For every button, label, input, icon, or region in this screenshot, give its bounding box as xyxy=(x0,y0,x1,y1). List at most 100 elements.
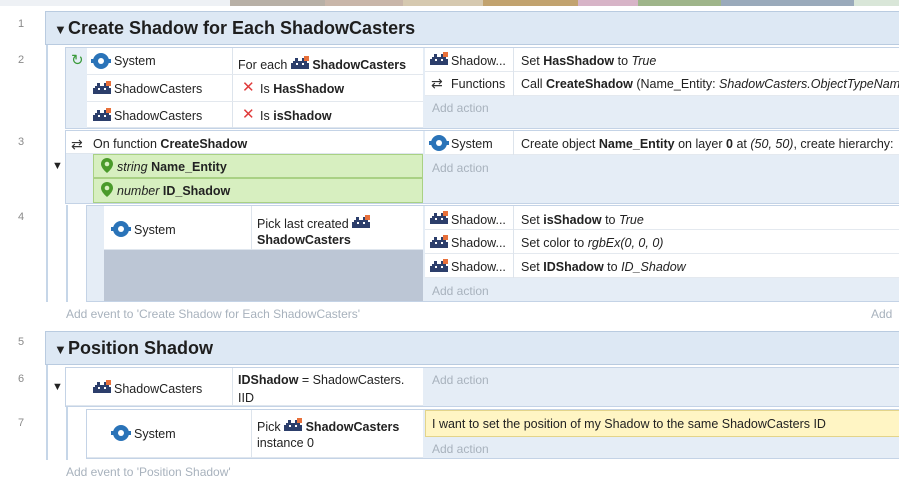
loop-icon: ⇄ xyxy=(431,75,443,91)
cell-divider xyxy=(513,131,514,155)
action-text[interactable]: Call CreateShadow (Name_Entity: ShadowCa… xyxy=(521,77,899,91)
action-object[interactable]: Shadow... xyxy=(451,54,506,68)
triangle-down-icon[interactable]: ▼ xyxy=(54,342,67,357)
sprite-icon xyxy=(93,81,111,96)
gear-icon xyxy=(429,135,449,151)
action-mid: (Name_Entity: xyxy=(636,77,716,91)
line-number: 1 xyxy=(17,18,25,30)
condition-object[interactable]: ShadowCasters xyxy=(114,82,202,96)
event-group-header[interactable]: ▼ Position Shadow xyxy=(45,331,899,365)
condition-text[interactable]: IDShadow = ShadowCasters. xyxy=(238,373,404,387)
line-number: 7 xyxy=(17,417,25,429)
x-icon: ✕ xyxy=(242,106,255,123)
action-text[interactable]: Set color to rgbEx(0, 0, 0) xyxy=(521,236,663,250)
add-action-link[interactable]: Add action xyxy=(432,101,489,115)
x-icon: ✕ xyxy=(242,79,255,96)
loop-icon: ⇄ xyxy=(71,136,83,152)
action-mid: on layer xyxy=(678,137,723,151)
cell-divider xyxy=(251,206,252,250)
action-value: True xyxy=(619,213,644,227)
action-text[interactable]: Set IDShadow to ID_Shadow xyxy=(521,260,686,274)
action-prefix: Set color to xyxy=(521,236,585,250)
add-link[interactable]: Add xyxy=(871,307,892,321)
condition-instance: instance 0 xyxy=(257,436,314,450)
action-bold: IDShadow xyxy=(543,260,604,274)
action-value: rgbEx(0, 0, 0) xyxy=(587,236,664,250)
add-event-link[interactable]: Add event to 'Create Shadow for Each Sha… xyxy=(66,307,360,321)
condition-object[interactable]: System xyxy=(114,54,156,68)
condition-target: HasShadow xyxy=(273,82,345,96)
sprite-icon xyxy=(93,108,111,123)
cell-divider xyxy=(232,368,233,406)
sprite-icon xyxy=(430,52,448,67)
action-value: True xyxy=(631,54,657,68)
action-text[interactable]: Set isShadow to True xyxy=(521,213,644,227)
add-action-link[interactable]: Add action xyxy=(432,442,489,456)
sub-event-indent-line xyxy=(66,205,68,302)
condition-prefix: Is xyxy=(260,109,270,123)
action-object[interactable]: Shadow... xyxy=(451,213,506,227)
line-number-gutter: 1 2 3 4 5 6 7 xyxy=(0,6,44,499)
row-divider xyxy=(87,101,423,102)
action-mid: to xyxy=(605,213,616,227)
group-title: Create Shadow for Each ShadowCasters xyxy=(68,18,416,38)
comment-text[interactable]: I want to set the position of my Shadow … xyxy=(432,417,826,431)
parameter-type: string xyxy=(117,160,148,174)
triangle-down-icon[interactable]: ▼ xyxy=(54,22,67,37)
action-bold: CreateShadow xyxy=(546,77,633,91)
line-number: 5 xyxy=(17,336,25,348)
action-mid: at xyxy=(736,137,747,151)
condition-target: isShadow xyxy=(273,109,332,123)
condition-object[interactable]: ShadowCasters xyxy=(114,382,202,396)
sprite-icon xyxy=(430,235,448,250)
line-number: 2 xyxy=(17,54,25,66)
group-indent-line xyxy=(46,365,48,460)
add-action-link[interactable]: Add action xyxy=(432,284,489,298)
repeat-icon: ↻ xyxy=(71,52,84,69)
action-object[interactable]: System xyxy=(451,137,493,151)
event-group-header[interactable]: ▼ Create Shadow for Each ShadowCasters xyxy=(45,11,899,45)
condition-text[interactable]: Pick ShadowCasters xyxy=(257,418,399,434)
action-text[interactable]: Set HasShadow to True xyxy=(521,54,656,68)
condition-target: ShadowCasters xyxy=(312,58,407,72)
action-text[interactable]: Create object Name_Entity on layer 0 at … xyxy=(521,137,894,151)
sprite-icon xyxy=(93,380,111,395)
condition-prefix: Pick xyxy=(257,420,281,434)
triangle-down-icon[interactable]: ▼ xyxy=(52,160,63,172)
cell-divider xyxy=(251,410,252,458)
gear-icon xyxy=(111,221,131,237)
action-prefix: Set xyxy=(521,260,540,274)
condition-text[interactable]: For each ShadowCasters xyxy=(238,56,406,72)
sprite-icon xyxy=(430,211,448,226)
condition-text[interactable]: Is HasShadow xyxy=(260,82,344,96)
condition-object[interactable]: System xyxy=(134,427,176,441)
action-bold: 0 xyxy=(726,137,733,151)
line-number: 4 xyxy=(17,211,25,223)
add-action-link[interactable]: Add action xyxy=(432,373,489,387)
condition-text[interactable]: Is isShadow xyxy=(260,109,332,123)
action-value: ID_Shadow xyxy=(621,260,686,274)
action-value: (50, 50) xyxy=(750,137,794,151)
function-trigger[interactable]: On function CreateShadow xyxy=(93,137,247,151)
cell-divider xyxy=(513,206,514,278)
action-object[interactable]: Shadow... xyxy=(451,260,506,274)
action-prefix: Set xyxy=(521,54,540,68)
triangle-down-icon[interactable]: ▼ xyxy=(52,381,63,393)
condition-text[interactable]: Pick last created xyxy=(257,215,371,231)
action-object[interactable]: Functions xyxy=(451,77,505,91)
condition-object[interactable]: ShadowCasters xyxy=(114,109,202,123)
sub-event-indent-line xyxy=(66,407,68,460)
add-action-link[interactable]: Add action xyxy=(432,161,489,175)
line-number: 6 xyxy=(17,373,25,385)
parameter-type: number xyxy=(117,184,160,198)
group-title: Position Shadow xyxy=(68,338,214,358)
action-mid: to xyxy=(607,260,618,274)
sprite-icon xyxy=(284,418,303,433)
add-event-link[interactable]: Add event to 'Position Shadow' xyxy=(66,465,231,479)
action-object[interactable]: Shadow... xyxy=(451,236,506,250)
parameter-name: ID_Shadow xyxy=(162,184,231,198)
sprite-icon xyxy=(430,259,448,274)
condition-object[interactable]: System xyxy=(134,223,176,237)
action-suffix: , create hierarchy: xyxy=(793,137,894,151)
action-prefix: Call xyxy=(521,77,543,91)
